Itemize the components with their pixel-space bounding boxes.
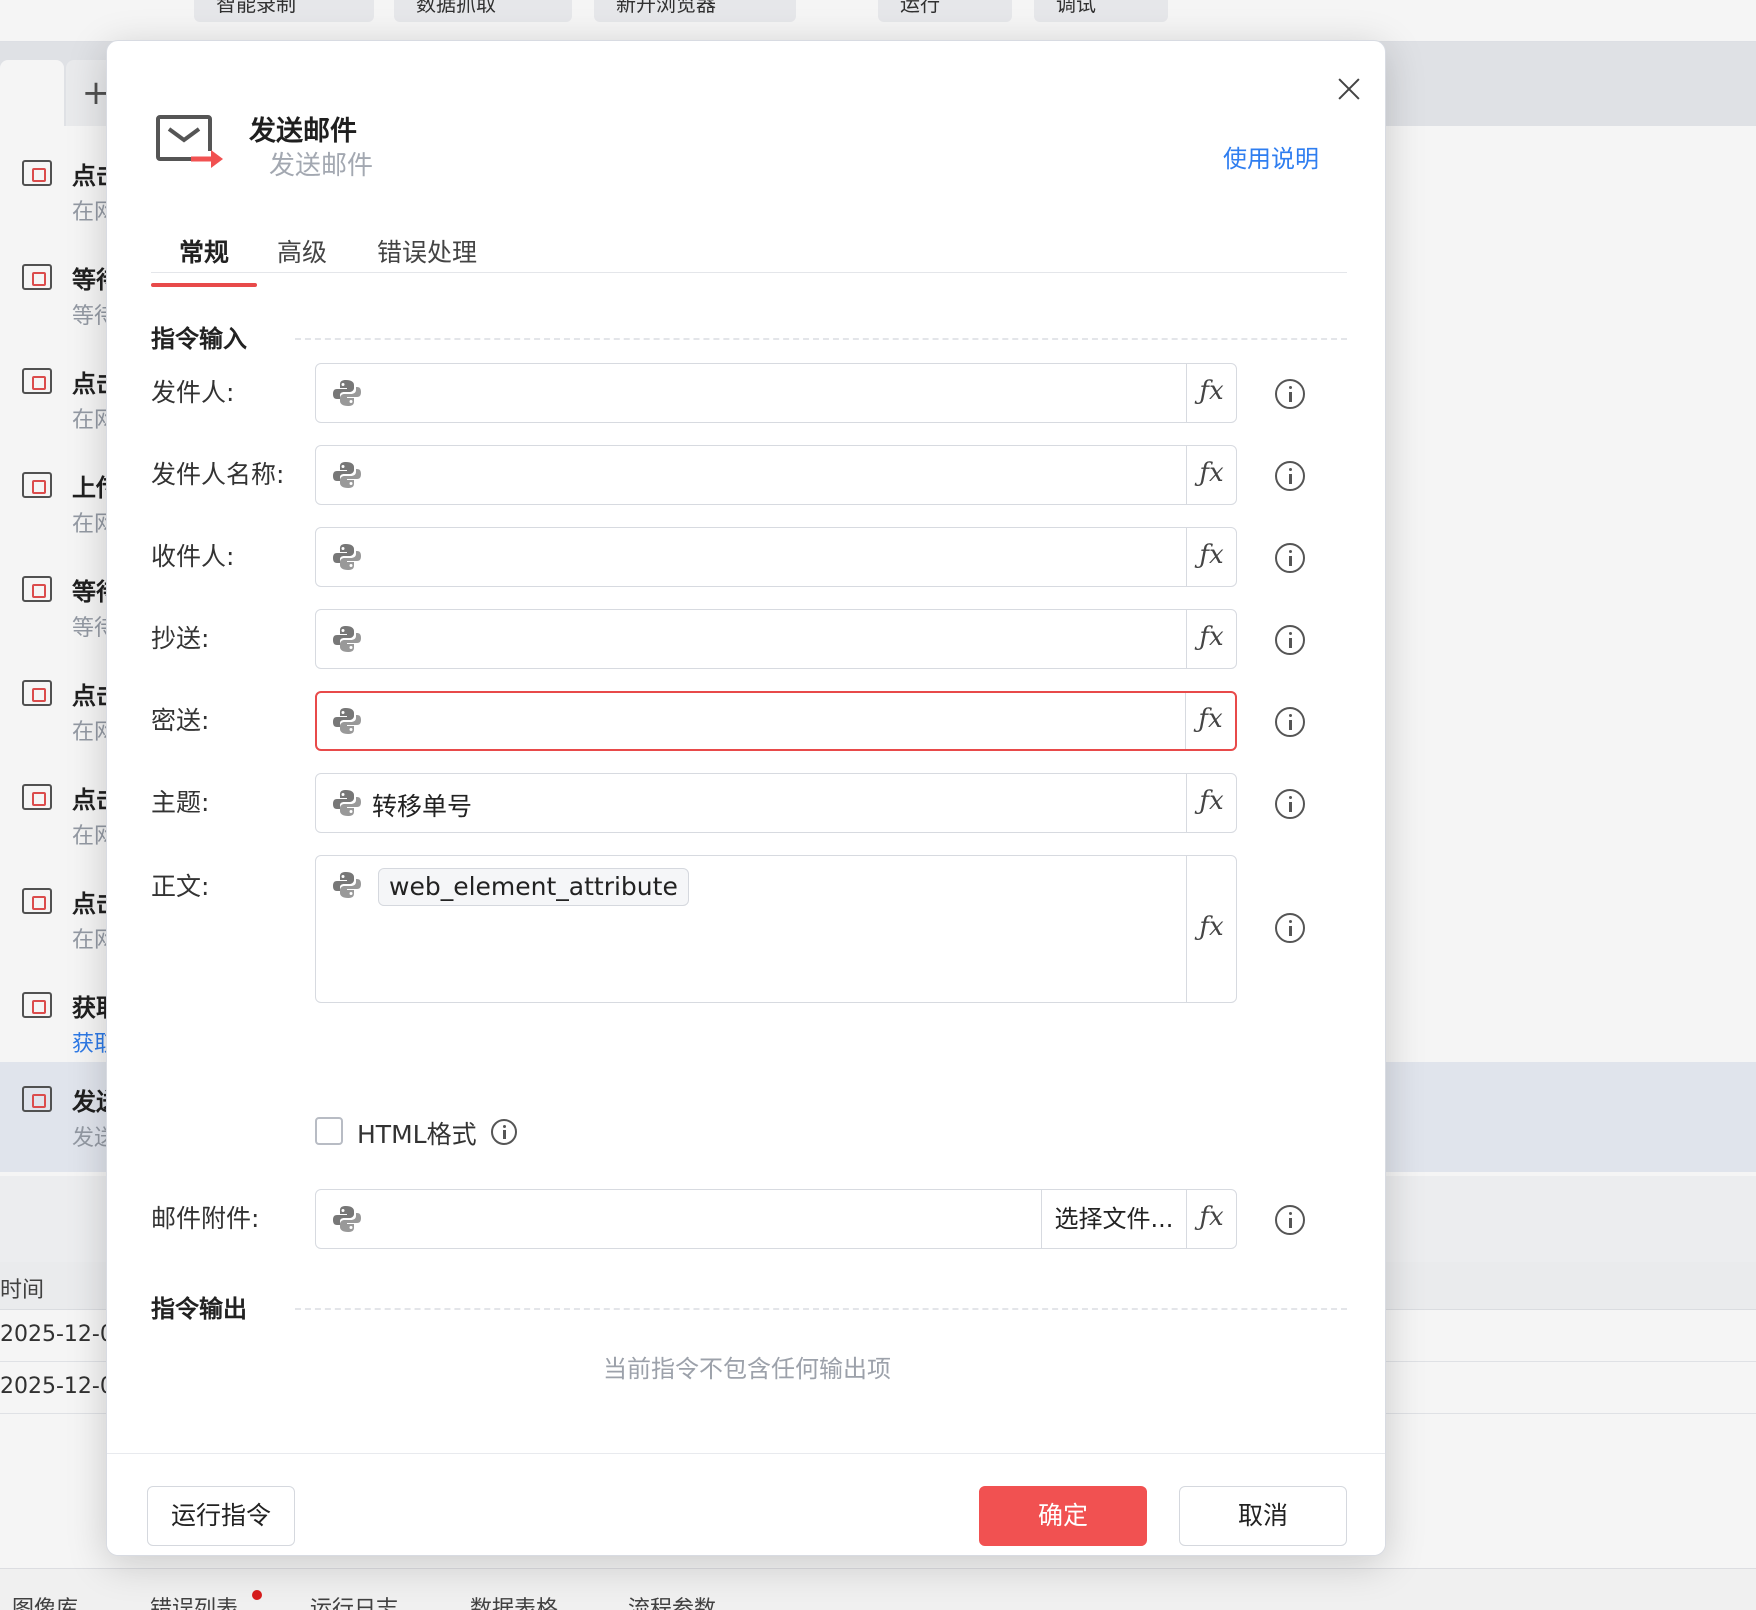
empty-output-message: 当前指令不包含任何输出项 [603, 1355, 891, 1383]
dialog-title: 发送邮件 [249, 116, 357, 147]
output-section-title: 指令输出 [151, 1295, 247, 1323]
attachment-input[interactable]: 选择文件... ƒx [315, 1189, 1237, 1249]
fx-button[interactable]: ƒx [1186, 446, 1236, 504]
info-icon[interactable] [1275, 461, 1305, 491]
info-icon[interactable] [1275, 543, 1305, 573]
sender-name-input[interactable]: ƒx [315, 445, 1237, 505]
python-icon [333, 1206, 361, 1232]
html-format-checkbox[interactable] [315, 1117, 343, 1145]
fx-button[interactable]: ƒx [1186, 364, 1236, 422]
tab-error-handling[interactable]: 错误处理 [377, 233, 477, 285]
python-icon [333, 708, 361, 734]
ok-button[interactable]: 确定 [979, 1486, 1147, 1546]
html-format-label: HTML格式 [357, 1120, 477, 1149]
choose-file-button[interactable]: 选择文件... [1041, 1190, 1186, 1248]
bcc-label: 密送: [151, 706, 210, 735]
info-icon[interactable] [1275, 1205, 1305, 1235]
info-icon[interactable] [1275, 789, 1305, 819]
cancel-button[interactable]: 取消 [1179, 1486, 1347, 1546]
body-textarea[interactable]: web_element_attribute ƒx [315, 855, 1237, 1003]
send-email-dialog: 发送邮件 发送邮件 使用说明 常规 高级 错误处理 指令输入 发件人: ƒx 发… [106, 40, 1386, 1556]
variable-chip[interactable]: web_element_attribute [378, 868, 689, 906]
sender-input[interactable]: ƒx [315, 363, 1237, 423]
info-icon[interactable] [1275, 379, 1305, 409]
python-icon [333, 380, 361, 406]
info-icon[interactable] [1275, 707, 1305, 737]
run-instruction-button[interactable]: 运行指令 [147, 1486, 295, 1546]
mail-send-icon [156, 115, 223, 168]
bcc-input[interactable]: ƒx [315, 691, 1237, 751]
fx-button[interactable]: ƒx [1186, 610, 1236, 668]
close-icon[interactable] [1329, 69, 1369, 109]
subject-value: 转移单号 [372, 792, 473, 821]
cc-input[interactable]: ƒx [315, 609, 1237, 669]
fx-button[interactable]: ƒx [1186, 528, 1236, 586]
input-section-title: 指令输入 [151, 325, 247, 353]
subject-label: 主题: [151, 788, 210, 817]
attachment-label: 邮件附件: [151, 1204, 260, 1233]
python-icon [333, 544, 361, 570]
sender-label: 发件人: [151, 378, 235, 407]
python-icon [333, 462, 361, 488]
section-divider [295, 338, 1347, 340]
python-icon [333, 790, 361, 816]
python-icon [333, 626, 361, 652]
fx-button[interactable]: ƒx [1186, 856, 1236, 1002]
help-link[interactable]: 使用说明 [1223, 139, 1319, 174]
fx-button[interactable]: ƒx [1186, 1190, 1236, 1248]
body-label: 正文: [151, 872, 210, 901]
dialog-tabs: 常规 高级 错误处理 [150, 221, 1347, 287]
tab-advanced[interactable]: 高级 [277, 233, 327, 285]
dialog-subtitle: 发送邮件 [269, 151, 374, 181]
section-divider [295, 1308, 1347, 1310]
info-icon[interactable] [491, 1119, 517, 1145]
recipient-input[interactable]: ƒx [315, 527, 1237, 587]
info-icon[interactable] [1275, 913, 1305, 943]
dialog-footer: 运行指令 确定 取消 [107, 1453, 1385, 1555]
subject-input[interactable]: 转移单号 ƒx [315, 773, 1237, 833]
python-icon [333, 872, 361, 898]
tab-general[interactable]: 常规 [150, 233, 258, 287]
recipient-label: 收件人: [151, 542, 235, 571]
fx-button[interactable]: ƒx [1186, 774, 1236, 832]
sender-name-label: 发件人名称: [151, 460, 285, 489]
info-icon[interactable] [1275, 625, 1305, 655]
cc-label: 抄送: [151, 624, 210, 653]
fx-button[interactable]: ƒx [1185, 693, 1235, 749]
